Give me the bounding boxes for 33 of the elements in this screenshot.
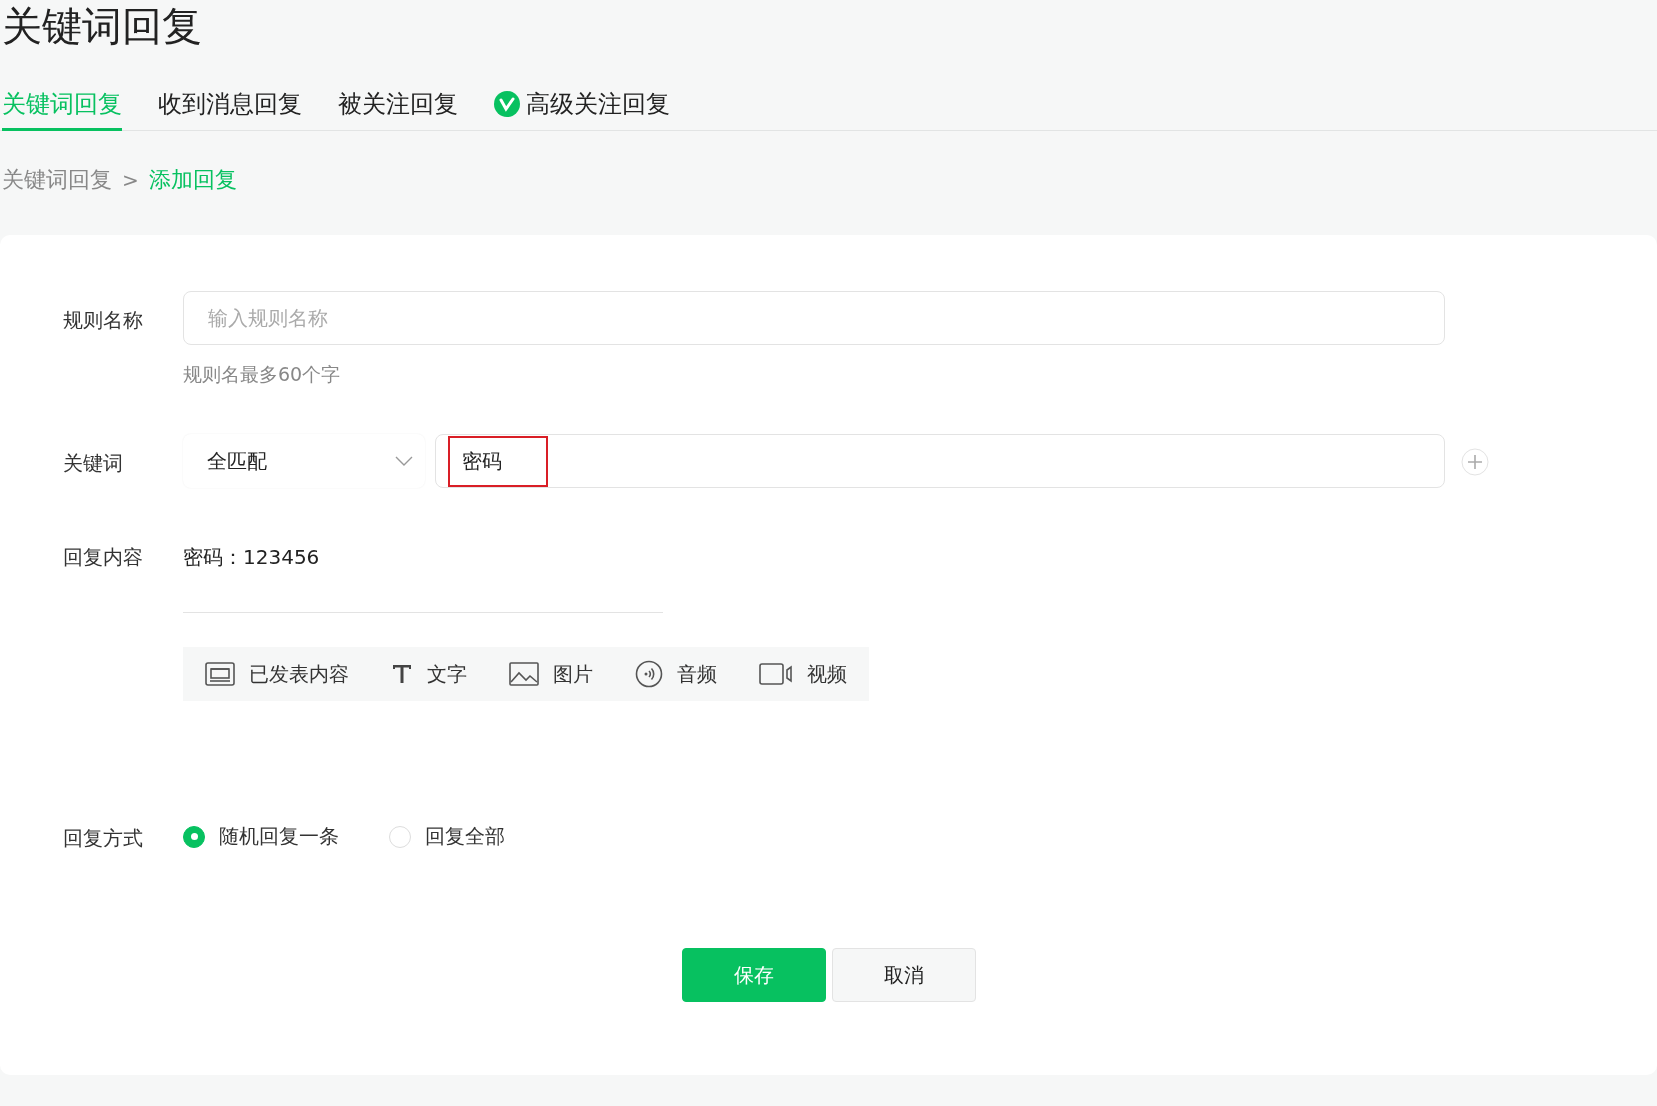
monitor-icon (205, 662, 235, 686)
cancel-button[interactable]: 取消 (832, 948, 976, 1002)
field-label: 回复方式 (63, 825, 144, 852)
field-label: 规则名称 (63, 307, 144, 334)
audio-icon (635, 660, 663, 688)
match-type-dropdown[interactable]: 全匹配 (183, 434, 425, 488)
content-type-button[interactable]: 图片 (509, 660, 593, 688)
check-badge-icon (494, 91, 520, 117)
hint-text: 规则名最多60个字 (183, 362, 341, 387)
add-icon[interactable] (1461, 448, 1489, 476)
field-label: 回复内容 (63, 544, 144, 571)
field-label: 关键词 (63, 450, 124, 477)
content-type-button[interactable]: 音频 (635, 660, 717, 688)
tab[interactable]: 收到消息回复 (158, 88, 302, 131)
reply-text: 密码：123456 (183, 544, 321, 571)
content-type-button[interactable]: 视频 (759, 660, 847, 688)
rule-name-field[interactable]: 输入规则名称 (183, 291, 1445, 345)
radio-button[interactable] (183, 825, 205, 848)
page-title: 关键词回复 (2, 4, 202, 48)
tab[interactable]: 被关注回复 (338, 88, 458, 131)
video-icon (759, 663, 793, 685)
content-type-button[interactable]: 文字 (391, 660, 467, 688)
keyword-field[interactable]: 密码 (435, 434, 1445, 488)
keyword-value: 密码 (448, 435, 548, 487)
radio-label[interactable]: 随机回复一条 (219, 823, 339, 850)
tab[interactable]: 高级关注回复 (494, 88, 670, 131)
breadcrumb-separator: > (122, 168, 139, 192)
radio-label[interactable]: 回复全部 (425, 823, 505, 850)
chevron-down-icon (395, 456, 413, 466)
image-icon (509, 662, 539, 686)
breadcrumb-item: 添加回复 (148, 166, 237, 194)
text-icon (391, 663, 413, 685)
content-type-button[interactable]: 已发表内容 (205, 660, 349, 688)
